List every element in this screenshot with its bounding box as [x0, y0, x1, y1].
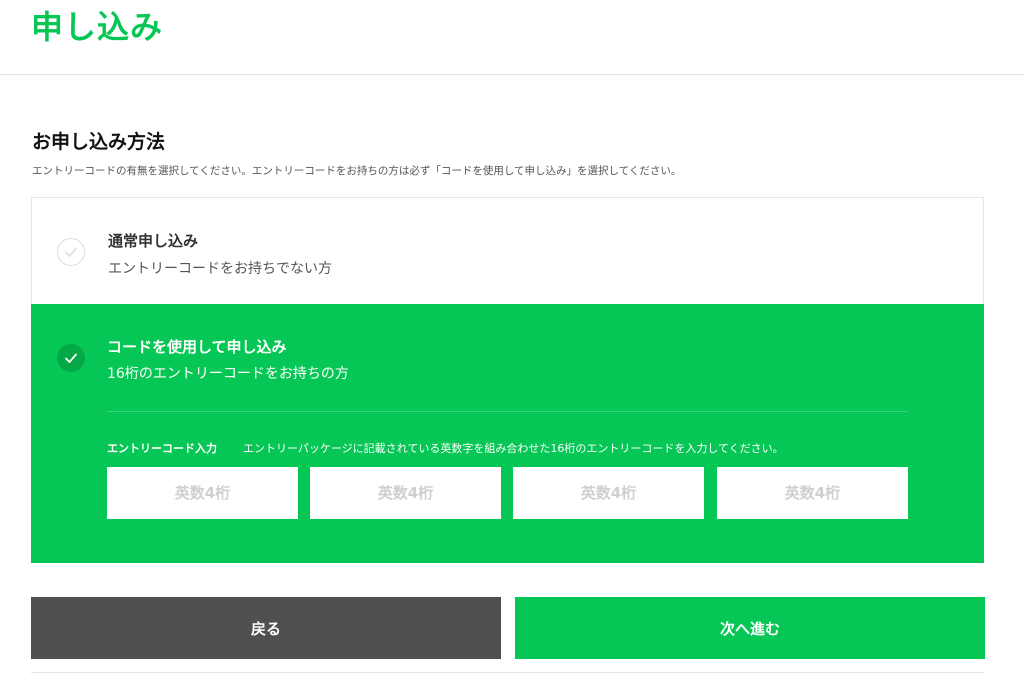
check-icon	[65, 247, 77, 257]
entry-code-input-3[interactable]	[513, 467, 704, 519]
entry-code-hint: エントリーパッケージに記載されている英数字を組み合わせた16桁のエントリーコード…	[243, 442, 784, 455]
entry-code-input-2[interactable]	[310, 467, 501, 519]
option-normal-application[interactable]: 通常申し込み エントリーコードをお持ちでない方	[32, 198, 983, 304]
option-normal-title: 通常申し込み	[108, 232, 199, 250]
entry-code-label: エントリーコード入力	[107, 442, 217, 455]
section-description: エントリーコードの有無を選択してください。エントリーコードをお持ちの方は必ず「コ…	[32, 165, 682, 177]
option-code-subtitle: 16桁のエントリーコードをお持ちの方	[107, 366, 349, 382]
option-code-application[interactable]: コードを使用して申し込み 16桁のエントリーコードをお持ちの方 エントリーコード…	[31, 304, 984, 563]
section-title: お申し込み方法	[32, 131, 166, 153]
radio-code[interactable]	[57, 344, 85, 372]
entry-code-input-1[interactable]	[107, 467, 298, 519]
radio-normal[interactable]	[57, 238, 85, 266]
option-normal-subtitle: エントリーコードをお持ちでない方	[108, 261, 332, 277]
page-title: 申し込み	[31, 8, 164, 46]
header-divider	[0, 74, 1024, 75]
entry-code-input-4[interactable]	[717, 467, 908, 519]
check-icon	[65, 353, 77, 363]
next-button[interactable]: 次へ進む	[515, 597, 985, 659]
application-method-options: 通常申し込み エントリーコードをお持ちでない方 コードを使用して申し込み 16桁…	[31, 197, 984, 563]
back-button[interactable]: 戻る	[31, 597, 501, 659]
option-code-title: コードを使用して申し込み	[107, 338, 287, 356]
option-code-divider	[107, 411, 907, 412]
bottom-divider	[31, 672, 984, 673]
